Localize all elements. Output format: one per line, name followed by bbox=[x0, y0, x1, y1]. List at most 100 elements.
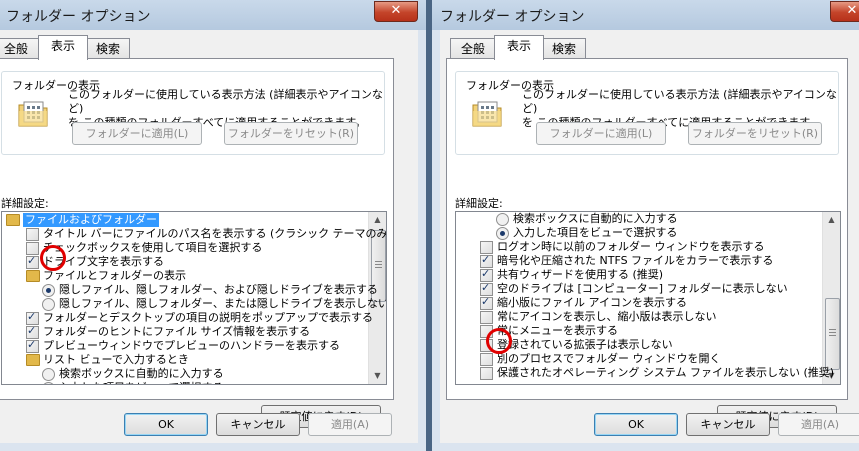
tree-radio-item[interactable]: 隠しファイル、隠しフォルダー、または隠しドライブを表示しない bbox=[2, 297, 386, 311]
tree-radio-item[interactable]: 隠しファイル、隠しフォルダー、および隠しドライブを表示する bbox=[2, 283, 378, 297]
radio-button[interactable] bbox=[42, 298, 55, 311]
radio-button[interactable] bbox=[496, 213, 509, 226]
tree-checkbox-item[interactable]: 保護されたオペレーティング システム ファイルを表示しない (推奨) bbox=[456, 366, 834, 380]
tab-general[interactable]: 全般 bbox=[0, 38, 40, 59]
folder-options-window-left: フォルダー オプション ✕ 全般 表示 検索 フォルダーの表示 このフォルダーに… bbox=[0, 0, 426, 451]
tree-group: ファイルとフォルダーの表示 bbox=[2, 269, 368, 283]
tree-checkbox-item[interactable]: プレビューウィンドウでプレビューのハンドラーを表示する bbox=[2, 338, 368, 353]
tree-radio-item[interactable]: 入力した項目をビューで選択する bbox=[2, 381, 368, 384]
folder-icon bbox=[6, 214, 20, 226]
tree-radio-item[interactable]: 入力した項目をビューで選択する bbox=[456, 226, 822, 240]
advanced-settings-tree[interactable]: ▲ ▼ ファイルおよびフォルダー タイトル バーにファイルのパス名を表示する (ク… bbox=[1, 211, 387, 385]
tree-checkbox-item[interactable]: タイトル バーにファイルのパス名を表示する (クラシック テーマのみ) bbox=[2, 227, 386, 241]
radio-button[interactable] bbox=[42, 382, 55, 384]
tree-item-label: 入力した項目をビューで選択する bbox=[513, 226, 678, 239]
tree-item-label: 保護されたオペレーティング システム ファイルを表示しない (推奨) bbox=[497, 366, 835, 379]
reset-folders-button[interactable]: フォルダーをリセット(R) bbox=[224, 122, 358, 145]
highlight-circle bbox=[40, 245, 66, 271]
tab-search[interactable]: 検索 bbox=[86, 38, 130, 59]
tree-group: ファイルおよびフォルダー bbox=[2, 213, 368, 227]
tab-general[interactable]: 全般 bbox=[450, 38, 496, 59]
tree-item-label: プレビューウィンドウでプレビューのハンドラーを表示する bbox=[43, 339, 340, 352]
tree-item-label: 共有ウィザードを使用する (推奨) bbox=[497, 268, 664, 281]
close-icon: ✕ bbox=[390, 3, 402, 18]
cancel-button[interactable]: キャンセル bbox=[686, 413, 770, 436]
scroll-thumb[interactable] bbox=[825, 298, 840, 370]
title-bar[interactable]: フォルダー オプション ✕ bbox=[0, 0, 426, 30]
tree-checkbox-item[interactable]: フォルダーとデスクトップの項目の説明をポップアップで表示する bbox=[2, 310, 373, 325]
tree-item-label: 入力した項目をビューで選択する bbox=[59, 381, 223, 384]
folder-views-group: フォルダーの表示 このフォルダーに使用している表示方法 (詳細表示やアイコンなど… bbox=[455, 71, 839, 155]
checkbox[interactable] bbox=[26, 228, 39, 241]
apply-button[interactable]: 適用(A) bbox=[308, 413, 392, 436]
checkbox[interactable] bbox=[26, 254, 39, 269]
ok-button[interactable]: OK bbox=[594, 413, 678, 436]
tree-item-label: タイトル バーにファイルのパス名を表示する (クラシック テーマのみ) bbox=[43, 227, 387, 240]
apply-button[interactable]: 適用(A) bbox=[778, 413, 859, 436]
advanced-settings-tree[interactable]: ▲ ▼ 検索ボックスに自動的に入力する 入力した項目をビューで選択する ログオン時に… bbox=[455, 211, 841, 385]
tree-checkbox-item[interactable]: 別のプロセスでフォルダー ウィンドウを開く bbox=[456, 352, 822, 366]
folder-icon bbox=[26, 354, 40, 366]
folder-options-window-right: フォルダー オプション ✕ 全般 表示 検索 フォルダーの表示 このフォルダーに… bbox=[432, 0, 859, 451]
cancel-button[interactable]: キャンセル bbox=[216, 413, 300, 436]
window-title: フォルダー オプション bbox=[6, 9, 151, 25]
title-bar[interactable]: フォルダー オプション ✕ bbox=[432, 0, 859, 30]
tree-item-label: チェックボックスを使用して項目を選択する bbox=[43, 241, 263, 254]
close-button[interactable]: ✕ bbox=[830, 1, 859, 22]
tree-item-label: 暗号化や圧縮された NTFS ファイルをカラーで表示する bbox=[497, 254, 774, 267]
tab-view[interactable]: 表示 bbox=[494, 35, 544, 60]
advanced-settings-label: 詳細設定: bbox=[1, 197, 49, 210]
checkbox[interactable] bbox=[26, 338, 39, 353]
tree-item-label: フォルダーのヒントにファイル サイズ情報を表示する bbox=[43, 325, 311, 338]
tab-search[interactable]: 検索 bbox=[542, 38, 586, 59]
tree-item-label: 縮小版にファイル アイコンを表示する bbox=[497, 296, 687, 309]
dialog-client: 全般 表示 検索 フォルダーの表示 このフォルダーに使用している表示方法 (詳細… bbox=[440, 30, 859, 443]
tree-checkbox-item[interactable]: 常にアイコンを表示し、縮小版は表示しない bbox=[456, 310, 822, 324]
checkbox[interactable] bbox=[480, 295, 493, 310]
tree-item-label: リスト ビューで入力するとき bbox=[43, 353, 189, 366]
tree-checkbox-item[interactable]: 暗号化や圧縮された NTFS ファイルをカラーで表示する bbox=[456, 253, 822, 268]
tree-item-label: ログオン時に以前のフォルダー ウィンドウを表示する bbox=[497, 240, 765, 253]
scroll-up-icon[interactable]: ▲ bbox=[823, 212, 840, 228]
scroll-down-icon[interactable]: ▼ bbox=[369, 368, 386, 384]
folder-views-icon bbox=[18, 101, 48, 127]
radio-button[interactable] bbox=[496, 227, 509, 240]
tree-checkbox-item[interactable]: フォルダーのヒントにファイル サイズ情報を表示する bbox=[2, 324, 368, 339]
tree-checkbox-item[interactable]: 共有ウィザードを使用する (推奨) bbox=[456, 267, 822, 282]
tree-item-label: 常にアイコンを表示し、縮小版は表示しない bbox=[497, 310, 717, 323]
tree-item-label: 空のドライブは [コンピューター] フォルダーに表示しない bbox=[497, 282, 788, 295]
close-icon: ✕ bbox=[846, 3, 858, 18]
highlight-circle bbox=[486, 328, 512, 354]
window-title: フォルダー オプション bbox=[440, 9, 585, 25]
radio-button[interactable] bbox=[42, 368, 55, 381]
tree-item-label: 検索ボックスに自動的に入力する bbox=[59, 367, 224, 380]
radio-button[interactable] bbox=[42, 284, 55, 297]
ok-button[interactable]: OK bbox=[124, 413, 208, 436]
tree-item-label: 常にメニューを表示する bbox=[497, 324, 618, 337]
tree-checkbox-item[interactable]: ログオン時に以前のフォルダー ウィンドウを表示する bbox=[456, 240, 822, 254]
folder-icon bbox=[26, 270, 40, 282]
checkbox[interactable] bbox=[480, 353, 493, 366]
apply-to-folders-button[interactable]: フォルダーに適用(L) bbox=[72, 122, 202, 145]
tree-item-label: 隠しファイル、隠しフォルダー、または隠しドライブを表示しない bbox=[59, 297, 387, 310]
checkbox[interactable] bbox=[480, 367, 493, 380]
tree-item-label: 検索ボックスに自動的に入力する bbox=[513, 212, 678, 225]
tree-radio-item[interactable]: 検索ボックスに自動的に入力する bbox=[456, 212, 822, 226]
tree-item-label: ファイルおよびフォルダー bbox=[23, 213, 159, 227]
tree-radio-item[interactable]: 検索ボックスに自動的に入力する bbox=[2, 367, 368, 381]
tree-item-label: 登録されている拡張子は表示しない bbox=[497, 338, 673, 351]
apply-to-folders-button[interactable]: フォルダーに適用(L) bbox=[536, 122, 666, 145]
tree-checkbox-item[interactable]: 空のドライブは [コンピューター] フォルダーに表示しない bbox=[456, 281, 822, 296]
reset-folders-button[interactable]: フォルダーをリセット(R) bbox=[688, 122, 822, 145]
tree-scrollbar[interactable]: ▲ ▼ bbox=[822, 212, 840, 384]
tab-view[interactable]: 表示 bbox=[38, 35, 88, 60]
tree-item-label: 隠しファイル、隠しフォルダー、および隠しドライブを表示する bbox=[59, 283, 378, 296]
scroll-up-icon[interactable]: ▲ bbox=[369, 212, 386, 228]
close-button[interactable]: ✕ bbox=[374, 1, 418, 22]
dialog-client: 全般 表示 検索 フォルダーの表示 このフォルダーに使用している表示方法 (詳細… bbox=[0, 30, 418, 443]
checkbox[interactable] bbox=[480, 311, 493, 324]
folder-views-icon bbox=[472, 101, 502, 127]
tree-checkbox-item[interactable]: 縮小版にファイル アイコンを表示する bbox=[456, 295, 822, 310]
advanced-settings-label: 詳細設定: bbox=[455, 197, 503, 210]
tree-group: リスト ビューで入力するとき bbox=[2, 353, 368, 367]
